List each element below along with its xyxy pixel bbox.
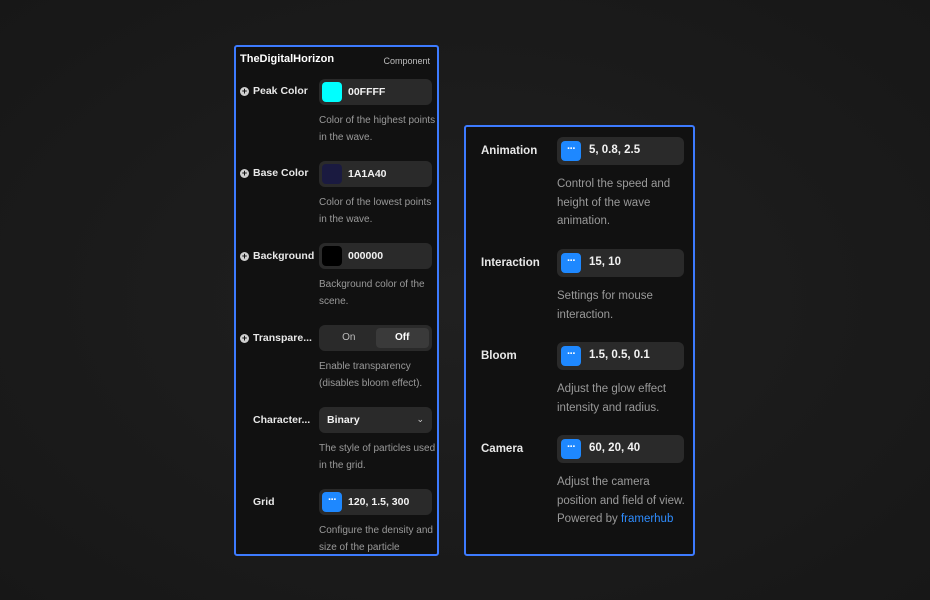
interaction-field[interactable]: ··· 15, 10: [557, 249, 684, 277]
camera-description: Adjust the camera position and field of …: [557, 473, 687, 529]
interaction-value[interactable]: 15, 10: [589, 256, 621, 268]
component-tag: Component: [383, 56, 430, 66]
base-color-label[interactable]: + Base Color: [240, 167, 308, 179]
base-color-description: Color of the lowest points in the wave.: [319, 197, 432, 225]
peak-color-swatch[interactable]: [322, 82, 342, 102]
ellipsis-icon[interactable]: ···: [561, 439, 581, 459]
base-color-value[interactable]: 1A1A40: [348, 168, 387, 180]
background-label[interactable]: + Background: [240, 250, 314, 262]
properties-panel-left: TheDigitalHorizon Component + Peak Color…: [234, 45, 439, 556]
peak-color-description: Color of the highest points in the wave.: [319, 115, 436, 143]
animation-description: Control the speed and height of the wave…: [557, 178, 671, 227]
transparency-on-option[interactable]: On: [322, 328, 376, 348]
transparency-label[interactable]: + Transpare...: [240, 332, 312, 344]
camera-field[interactable]: ··· 60, 20, 40: [557, 435, 684, 463]
character-label: Character...: [253, 414, 311, 426]
chevron-down-icon[interactable]: ⌄: [416, 414, 424, 425]
framerhub-link[interactable]: framerhub: [621, 513, 673, 525]
camera-value[interactable]: 60, 20, 40: [589, 442, 640, 454]
peak-color-label[interactable]: + Peak Color: [240, 85, 308, 97]
camera-label: Camera: [481, 443, 524, 455]
peak-color-value[interactable]: 00FFFF: [348, 86, 385, 98]
ellipsis-icon[interactable]: ···: [561, 346, 581, 366]
animation-value[interactable]: 5, 0.8, 2.5: [589, 144, 640, 156]
character-description: The style of particles used in the grid.: [319, 443, 436, 471]
base-color-label-text: Base Color: [253, 167, 309, 179]
background-label-text: Background: [253, 250, 315, 262]
bloom-label: Bloom: [481, 350, 517, 362]
peak-color-field[interactable]: 00FFFF: [319, 79, 432, 105]
background-swatch[interactable]: [322, 246, 342, 266]
interaction-description: Settings for mouse interaction.: [557, 290, 653, 321]
transparency-description: Enable transparency (disables bloom effe…: [319, 361, 423, 389]
grid-value[interactable]: 120, 1.5, 300: [348, 496, 409, 508]
grid-label: Grid: [253, 496, 275, 508]
panel-header: TheDigitalHorizon Component: [240, 53, 430, 69]
bloom-value[interactable]: 1.5, 0.5, 0.1: [589, 349, 650, 361]
base-color-field[interactable]: 1A1A40: [319, 161, 432, 187]
animation-field[interactable]: ··· 5, 0.8, 2.5: [557, 137, 684, 165]
plus-circle-icon[interactable]: +: [240, 251, 249, 261]
transparency-toggle[interactable]: On Off: [319, 325, 432, 351]
character-select[interactable]: Binary ⌄: [319, 407, 432, 433]
transparency-off-option[interactable]: Off: [375, 328, 429, 348]
interaction-label: Interaction: [481, 257, 540, 269]
component-title: TheDigitalHorizon: [240, 53, 335, 65]
background-field[interactable]: 000000: [319, 243, 432, 269]
peak-color-label-text: Peak Color: [253, 85, 308, 97]
plus-circle-icon[interactable]: +: [240, 333, 249, 343]
grid-field[interactable]: ··· 120, 1.5, 300: [319, 489, 432, 515]
character-select-value[interactable]: Binary: [327, 414, 360, 426]
bloom-description: Adjust the glow effect intensity and rad…: [557, 383, 667, 414]
ellipsis-icon[interactable]: ···: [322, 492, 342, 512]
ellipsis-icon[interactable]: ···: [561, 141, 581, 161]
plus-circle-icon[interactable]: +: [240, 168, 249, 178]
transparency-segmented-control[interactable]: On Off: [322, 328, 429, 348]
transparency-label-text: Transpare...: [253, 332, 312, 344]
animation-label: Animation: [481, 145, 538, 157]
grid-description: Configure the density and size of the pa…: [319, 525, 433, 553]
base-color-swatch[interactable]: [322, 164, 342, 184]
properties-panel-right: Animation ··· 5, 0.8, 2.5 Control the sp…: [464, 125, 695, 556]
bloom-field[interactable]: ··· 1.5, 0.5, 0.1: [557, 342, 684, 370]
background-value[interactable]: 000000: [348, 250, 383, 262]
plus-circle-icon[interactable]: +: [240, 86, 249, 96]
ellipsis-icon[interactable]: ···: [561, 253, 581, 273]
background-description: Background color of the scene.: [319, 279, 425, 307]
